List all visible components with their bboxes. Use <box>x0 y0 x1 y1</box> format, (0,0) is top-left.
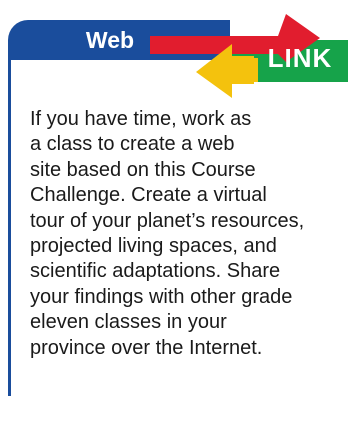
link-badge: LINK <box>267 43 333 73</box>
feature-paragraph: If you have time, work as a class to cre… <box>30 108 305 359</box>
web-link-feature: Web LINK If you have time, work as a cla… <box>0 0 358 421</box>
feature-header: Web LINK <box>0 0 358 98</box>
feature-title: Web <box>85 27 135 53</box>
left-rule <box>8 60 11 396</box>
